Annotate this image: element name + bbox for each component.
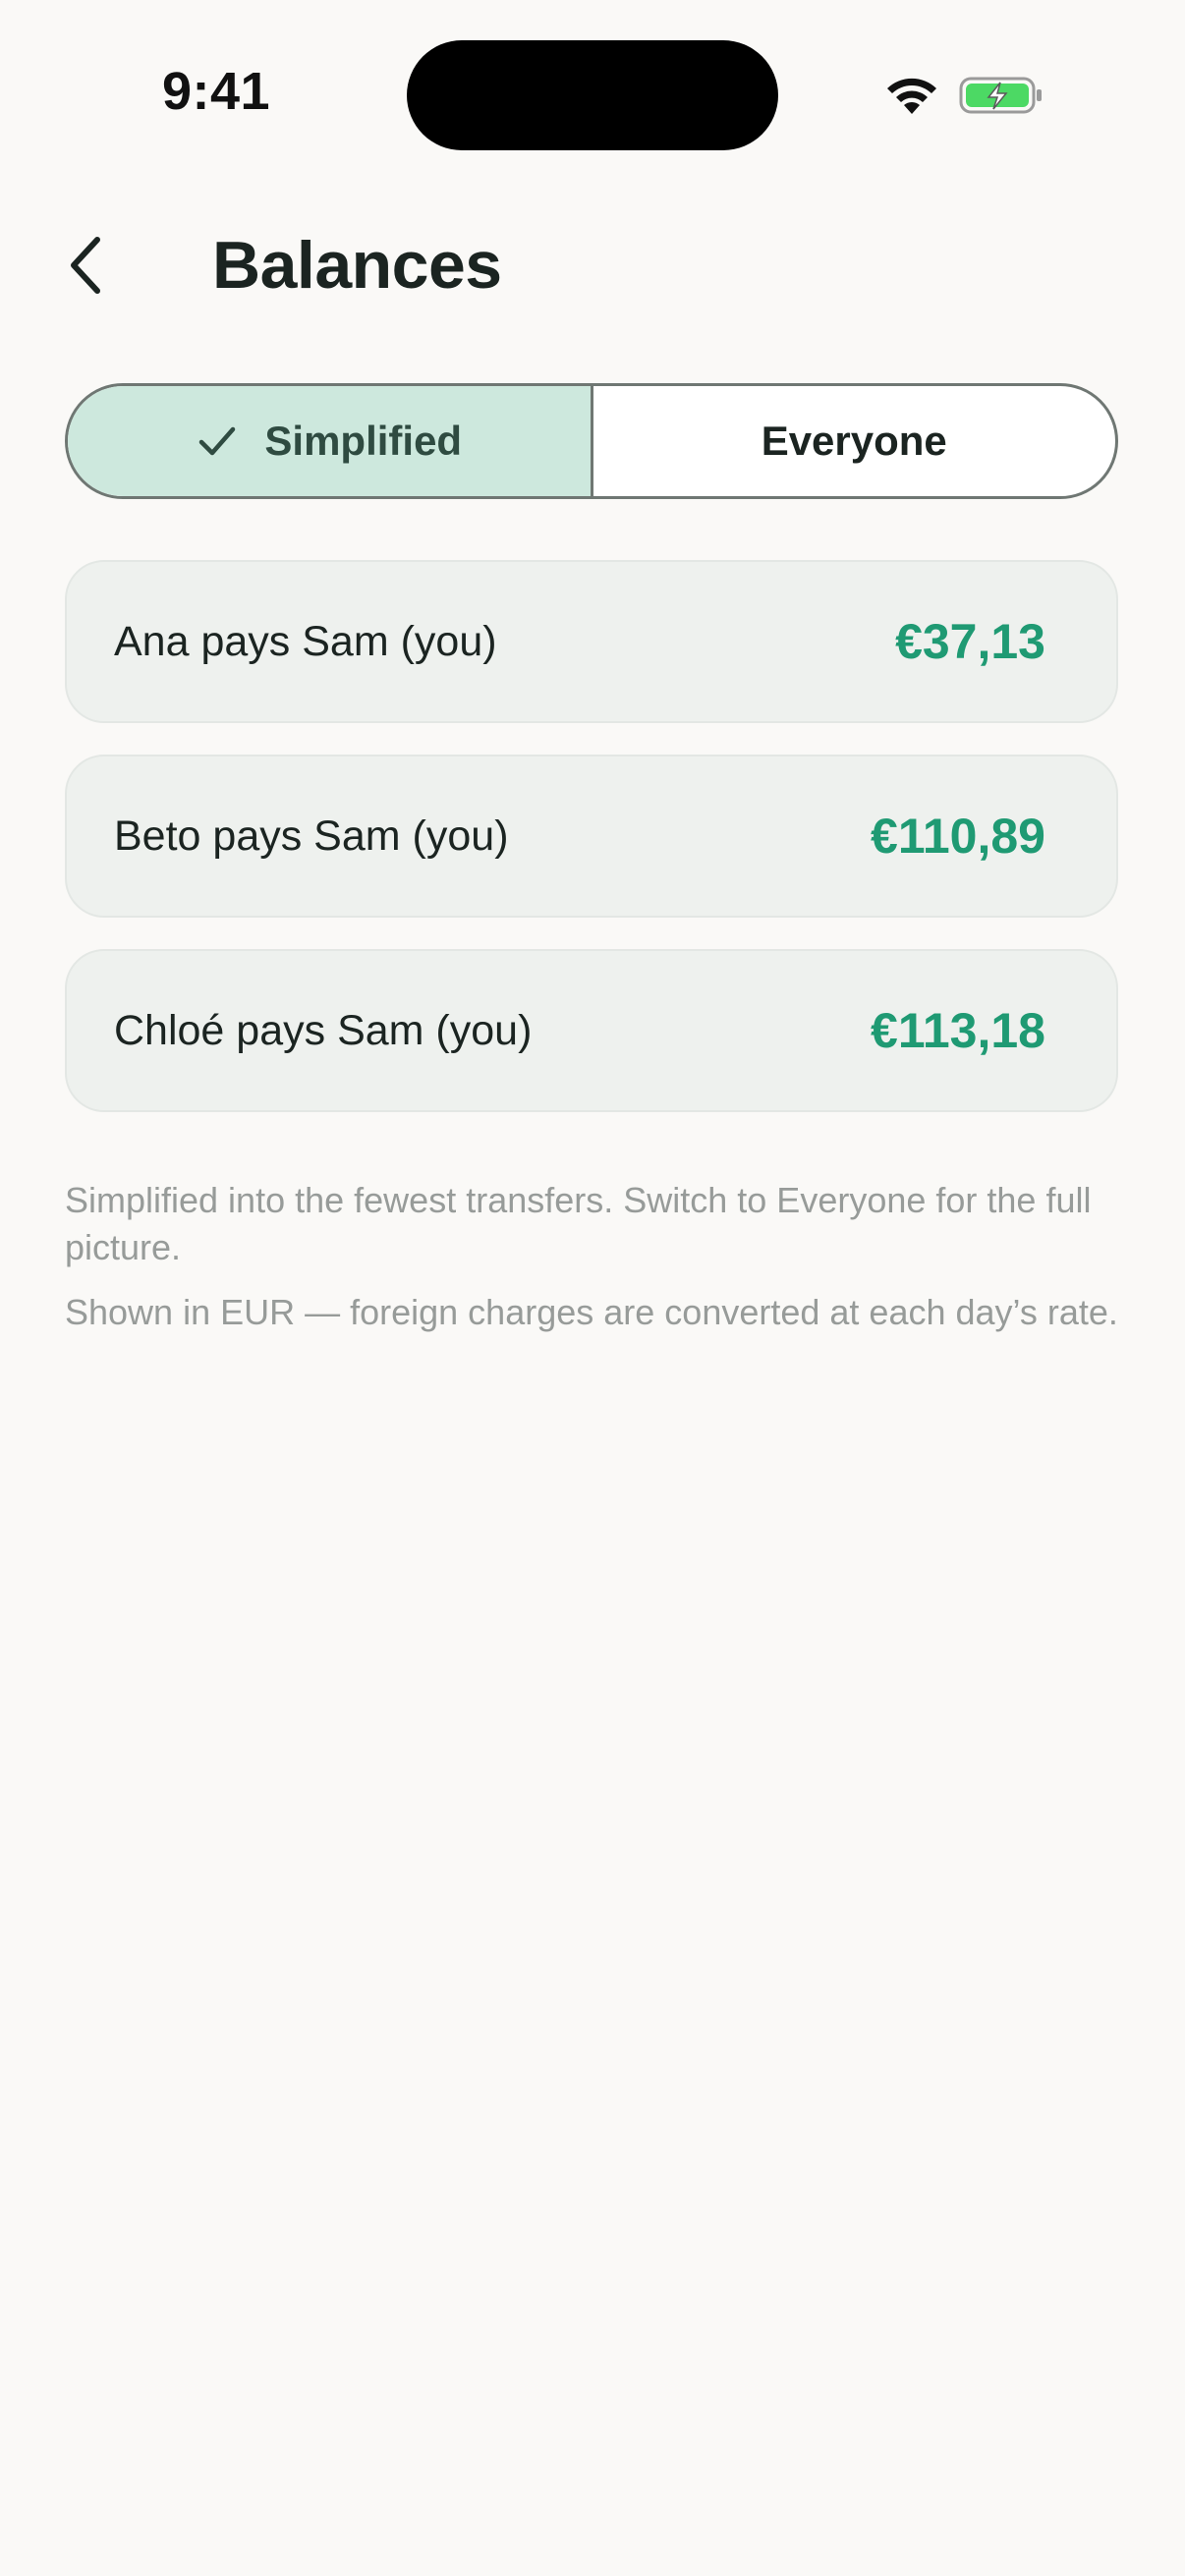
status-time: 9:41: [161, 62, 271, 121]
dynamic-island: [407, 40, 778, 150]
segment-everyone-label: Everyone: [761, 418, 947, 464]
balance-row-ana[interactable]: Ana pays Sam (you) €37,13: [65, 560, 1118, 723]
footnote-simplified: Simplified into the fewest transfers. Sw…: [65, 1180, 1092, 1267]
segment-everyone[interactable]: Everyone: [593, 386, 1116, 496]
balance-description: Chloé pays Sam (you): [114, 1006, 533, 1054]
balance-description: Beto pays Sam (you): [114, 812, 509, 860]
segment-simplified-label: Simplified: [264, 418, 463, 464]
balance-list: Ana pays Sam (you) €37,13 Beto pays Sam …: [65, 560, 1118, 1144]
balance-amount: €37,13: [895, 614, 1045, 669]
wifi-icon: [887, 78, 936, 114]
view-mode-segmented-control: Simplified Everyone: [65, 383, 1118, 499]
balance-row-beto[interactable]: Beto pays Sam (you) €110,89: [65, 755, 1118, 918]
nav-header: Balances: [0, 206, 1185, 324]
checkmark-icon: [199, 426, 236, 456]
status-bar: 9:41: [0, 0, 1185, 187]
balance-amount: €113,18: [871, 1003, 1045, 1058]
balance-row-chloe[interactable]: Chloé pays Sam (you) €113,18: [65, 949, 1118, 1112]
page-title: Balances: [212, 228, 502, 303]
footnotes: Simplified into the fewest transfers. Sw…: [65, 1177, 1126, 1354]
chevron-left-icon: [71, 237, 100, 294]
balance-description: Ana pays Sam (you): [114, 617, 497, 665]
footnote-currency: Shown in EUR — foreign charges are conve…: [65, 1292, 1118, 1332]
back-button[interactable]: [51, 226, 120, 305]
balance-amount: €110,89: [871, 809, 1045, 864]
battery-charging-icon: [959, 77, 1042, 114]
segment-simplified[interactable]: Simplified: [68, 386, 593, 496]
